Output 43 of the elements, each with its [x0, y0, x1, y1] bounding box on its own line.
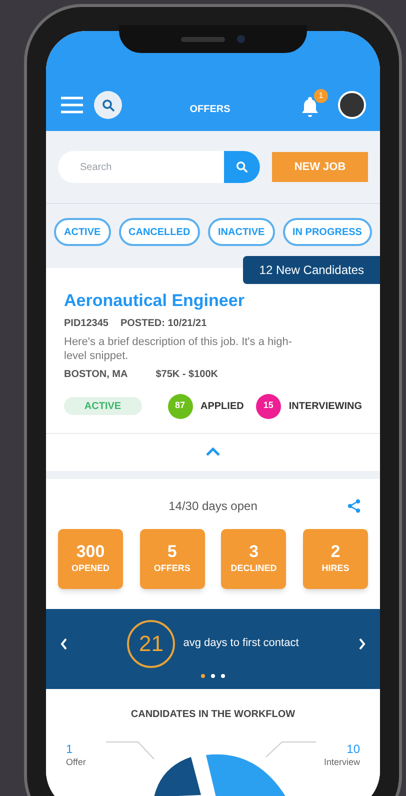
- filter-chip[interactable]: ACTIVE: [54, 218, 111, 246]
- stat-label: OFFERS: [154, 562, 190, 575]
- search-icon: [235, 160, 249, 174]
- search-submit-button[interactable]: [224, 151, 260, 183]
- stat-value: 300: [76, 542, 105, 562]
- avatar[interactable]: [338, 91, 366, 119]
- stat-value: 2: [330, 542, 340, 562]
- count-label: APPLIED: [200, 400, 244, 414]
- job-title: Aeronautical Engineer: [64, 290, 246, 312]
- stat-label: OPENED: [71, 562, 110, 575]
- search-field[interactable]: Search: [58, 151, 260, 183]
- chevron-up-icon[interactable]: [205, 447, 221, 457]
- callout-label: Offer: [66, 756, 86, 768]
- job-id: PID12345: [64, 316, 108, 330]
- callout-value: 10: [346, 742, 360, 756]
- filter-chip[interactable]: CANCELLED: [118, 218, 200, 246]
- stat-label: HIRES: [322, 562, 350, 575]
- chevron-left-icon[interactable]: [60, 638, 68, 650]
- new-job-button[interactable]: NEW JOB: [272, 152, 368, 182]
- carousel-text: avg days to first contact: [183, 636, 299, 652]
- workflow-title: CANDIDATES IN THE WORKFLOW: [130, 708, 296, 722]
- posted-date: POSTED: 10/21/21: [120, 316, 207, 330]
- screen-title: OFFERS: [188, 103, 232, 117]
- stat-label: DECLINED: [230, 562, 277, 575]
- filter-chip[interactable]: IN PROGRESS: [282, 218, 372, 246]
- job-description: Here's a brief description of this job. It's a high-level snippet.: [64, 334, 293, 362]
- search-icon: [100, 98, 116, 112]
- filter-chip[interactable]: INACTIVE: [208, 218, 275, 246]
- search-button[interactable]: [94, 91, 122, 119]
- days-open-text: 14/30 days open: [168, 498, 258, 514]
- callout-label: Interview: [324, 756, 360, 768]
- share-icon[interactable]: [346, 498, 362, 514]
- menu-icon[interactable]: [60, 95, 84, 115]
- count-label: INTERVIEWING: [288, 400, 362, 414]
- notification-badge: 1: [314, 89, 328, 103]
- chevron-right-icon[interactable]: [358, 638, 366, 650]
- job-salary: $75K - $100K: [156, 368, 218, 382]
- job-location: BOSTON, MA: [64, 368, 128, 382]
- status-badge: ACTIVE: [64, 397, 142, 415]
- callout-value: 1: [66, 742, 73, 756]
- new-candidates-badge: 12 New Candidates: [243, 256, 380, 284]
- stat-value: 3: [249, 542, 259, 562]
- stat-value: 5: [167, 542, 177, 562]
